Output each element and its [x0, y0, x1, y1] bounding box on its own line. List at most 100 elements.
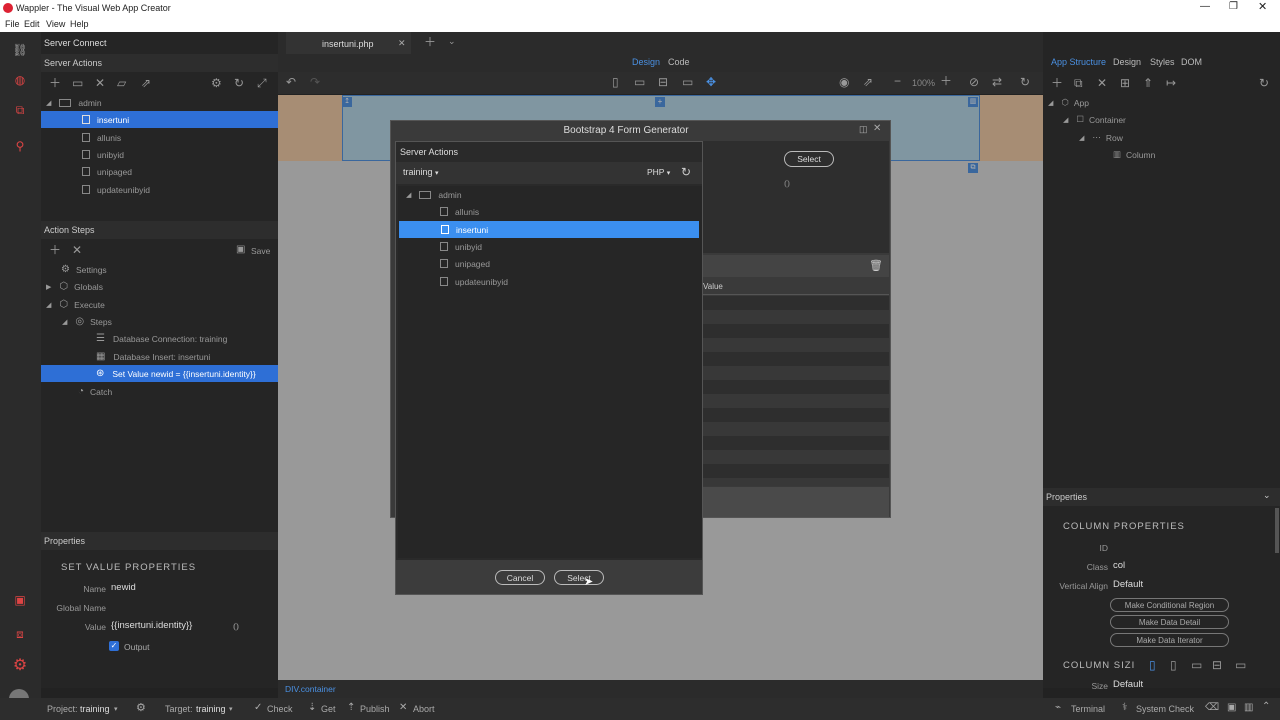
- redo-icon[interactable]: ↷: [310, 76, 320, 88]
- refresh-icon[interactable]: ↻: [681, 165, 691, 179]
- zoom-in-icon[interactable]: ＋: [940, 75, 952, 87]
- save-icon[interactable]: ▣: [236, 245, 245, 255]
- structure-app[interactable]: ◢ ⬡ App: [1043, 94, 1280, 111]
- design-mode-tab[interactable]: Design: [632, 57, 660, 67]
- system-check-button[interactable]: System Check: [1136, 704, 1194, 714]
- tablet-view-icon[interactable]: ▭: [634, 76, 645, 88]
- data-picker-icon[interactable]: ⦅⦆: [784, 178, 790, 189]
- close-tab-icon[interactable]: ✕: [398, 38, 406, 49]
- eraser-icon[interactable]: ⌫: [1205, 702, 1219, 713]
- server-connect-icon[interactable]: ⛓: [8, 40, 32, 60]
- tree-item-unipaged[interactable]: unipaged: [41, 163, 278, 180]
- zoom-out-icon[interactable]: −: [894, 75, 901, 87]
- tree-item-insertuni[interactable]: insertuni: [41, 111, 278, 128]
- trash-icon[interactable]: 🗑: [869, 259, 883, 272]
- globe-icon[interactable]: ◍: [8, 70, 32, 90]
- chevron-up-icon[interactable]: ⌃: [1262, 701, 1270, 712]
- delete-icon[interactable]: ✕: [95, 77, 105, 89]
- structure-row[interactable]: ◢ ⋯ Row: [1043, 129, 1280, 146]
- add-icon[interactable]: ＋: [49, 77, 61, 89]
- language-select[interactable]: PHP ▾: [647, 167, 670, 177]
- collapse-arrow-icon[interactable]: ◢: [1048, 99, 1053, 107]
- move-icon[interactable]: ✥: [706, 76, 716, 88]
- breadcrumb-item[interactable]: DIV.container: [285, 684, 336, 694]
- name-input[interactable]: newid: [111, 582, 136, 593]
- chevron-down-icon[interactable]: ⌄: [1263, 490, 1271, 501]
- maximize-icon[interactable]: ❐: [1229, 1, 1238, 12]
- tab-styles[interactable]: Styles: [1150, 57, 1175, 67]
- scrollbar[interactable]: [1275, 508, 1279, 553]
- data-picker-icon[interactable]: ⦅⦆: [233, 622, 239, 631]
- reload-icon[interactable]: ↻: [1020, 76, 1030, 88]
- add-icon[interactable]: ＋: [1051, 77, 1063, 89]
- collapse-arrow-icon[interactable]: ◢: [406, 191, 411, 199]
- tree-folder-admin[interactable]: ◢ admin: [41, 94, 278, 111]
- add-step-icon[interactable]: ＋: [49, 244, 61, 256]
- step-globals[interactable]: ▶ ⬡ Globals: [41, 278, 278, 295]
- cancel-button[interactable]: Cancel: [495, 570, 545, 585]
- dialog-item-insertuni[interactable]: insertuni: [399, 221, 699, 238]
- preview-eye-icon[interactable]: ◉: [839, 76, 849, 88]
- laptop-view-icon[interactable]: ⊟: [658, 76, 668, 88]
- publish-button[interactable]: Publish: [360, 704, 390, 714]
- lock-icon[interactable]: ▣: [1227, 702, 1236, 713]
- output-checkbox[interactable]: ✓: [109, 641, 119, 651]
- value-input[interactable]: {{insertuni.identity}}: [111, 620, 192, 631]
- step-db-insert[interactable]: ▦ Database Insert: insertuni: [41, 348, 278, 365]
- structure-column[interactable]: ▥ Column: [1043, 146, 1280, 163]
- close-dialog-icon[interactable]: ✕: [873, 123, 881, 134]
- menu-help[interactable]: Help: [70, 19, 89, 29]
- tab-design[interactable]: Design: [1113, 57, 1141, 67]
- expand-icon[interactable]: ⤢: [257, 77, 267, 89]
- step-settings[interactable]: ⚙ Settings: [41, 261, 278, 278]
- tree-item-allunis[interactable]: allunis: [41, 129, 278, 146]
- step-execute[interactable]: ◢ ⬡ Execute: [41, 296, 278, 313]
- size-select[interactable]: Default: [1113, 679, 1143, 690]
- class-input[interactable]: col: [1113, 560, 1125, 571]
- settings-gear-icon[interactable]: ⚙: [8, 654, 32, 678]
- make-data-detail-button[interactable]: Make Data Detail: [1110, 615, 1229, 629]
- sync-icon[interactable]: ⇄: [992, 76, 1002, 88]
- laptop-size-icon[interactable]: ⊟: [1212, 659, 1222, 671]
- expand-arrow-icon[interactable]: ▶: [46, 283, 51, 291]
- tree-item-updateunibyid[interactable]: updateunibyid: [41, 181, 278, 198]
- duplicate-icon[interactable]: ⧉: [1074, 77, 1083, 89]
- tree-item-unibyid[interactable]: unibyid: [41, 146, 278, 163]
- desktop-view-icon[interactable]: ▭: [682, 76, 693, 88]
- dialog-item-unibyid[interactable]: unibyid: [398, 238, 700, 255]
- step-steps[interactable]: ◢ ◎ Steps: [41, 313, 278, 330]
- refresh-icon[interactable]: ↻: [234, 77, 244, 89]
- collapse-arrow-icon[interactable]: ◢: [46, 99, 51, 107]
- check-button[interactable]: Check: [267, 704, 293, 714]
- delete-icon[interactable]: ✕: [1097, 77, 1107, 89]
- open-folder-icon[interactable]: ▱: [117, 77, 126, 89]
- connection-select[interactable]: training ▾: [403, 167, 439, 177]
- desktop-size-icon[interactable]: ▭: [1235, 659, 1246, 671]
- menu-edit[interactable]: Edit: [24, 19, 40, 29]
- dialog-item-unipaged[interactable]: unipaged: [398, 255, 700, 272]
- new-tab-icon[interactable]: ＋: [424, 36, 436, 48]
- refresh-icon[interactable]: ↻: [1259, 77, 1269, 89]
- tab-dom[interactable]: DOM: [1181, 57, 1202, 67]
- save-button[interactable]: Save: [251, 246, 270, 256]
- target-select[interactable]: training: [196, 704, 226, 714]
- tab-insertuni[interactable]: insertuni.php ✕: [286, 32, 411, 54]
- collapse-arrow-icon[interactable]: ◢: [1063, 116, 1068, 124]
- abort-button[interactable]: Abort: [413, 704, 435, 714]
- maximize-dialog-icon[interactable]: ◫: [859, 124, 868, 135]
- search-icon[interactable]: ⚲: [8, 136, 32, 156]
- menu-file[interactable]: File: [5, 19, 20, 29]
- close-window-icon[interactable]: ✕: [1258, 0, 1267, 13]
- remove-step-icon[interactable]: ✕: [72, 244, 82, 256]
- make-data-iterator-button[interactable]: Make Data Iterator: [1110, 633, 1229, 647]
- tablet-size-icon[interactable]: ▭: [1191, 659, 1202, 671]
- phone-large-size-icon[interactable]: ▯: [1170, 659, 1177, 671]
- phone-size-icon[interactable]: ▯: [1149, 659, 1156, 671]
- move-out-icon[interactable]: ↦: [1166, 77, 1176, 89]
- mobile-view-icon[interactable]: ▯: [612, 76, 619, 88]
- project-settings-icon[interactable]: ⚙: [136, 701, 146, 714]
- settings-icon[interactable]: ⚙: [211, 77, 222, 89]
- dialog-folder-admin[interactable]: ◢ admin: [398, 186, 700, 203]
- collapse-arrow-icon[interactable]: ◢: [1079, 134, 1084, 142]
- dialog-item-updateunibyid[interactable]: updateunibyid: [398, 273, 700, 290]
